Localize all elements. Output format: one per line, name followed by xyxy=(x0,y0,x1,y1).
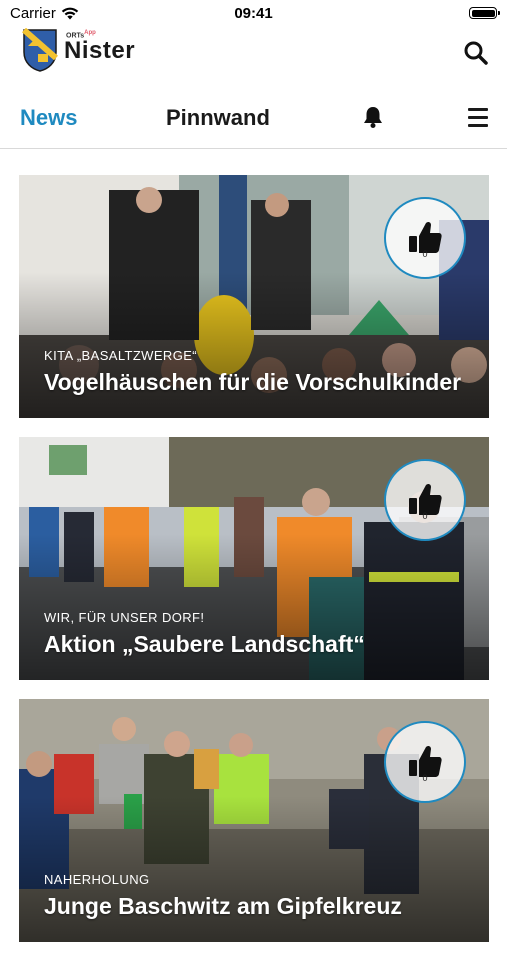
app-logo[interactable]: ORTsApp Nister xyxy=(22,28,135,72)
article-title: Aktion „Saubere Landschaft“ xyxy=(44,631,365,657)
photo-shade xyxy=(19,534,489,680)
tab-pinnwand[interactable]: Pinnwand xyxy=(166,105,270,131)
article-category: KITA „BASALTZWERGE“ xyxy=(44,348,198,363)
clock: 09:41 xyxy=(234,5,273,22)
like-button[interactable]: 0 xyxy=(384,721,466,803)
app-header: ORTsApp Nister xyxy=(0,28,507,76)
status-bar: Carrier 09:41 xyxy=(0,0,507,28)
news-card[interactable]: WIR, FÜR UNSER DORF! Aktion „Saubere Lan… xyxy=(19,437,489,680)
article-title: Vogelhäuschen für die Vorschulkinder xyxy=(44,369,462,395)
like-count: 0 xyxy=(422,249,428,259)
article-category: NAHERHOLUNG xyxy=(44,872,150,887)
news-card[interactable]: KITA „BASALTZWERGE“ Vogelhäuschen für di… xyxy=(19,175,489,418)
tab-bar: News Pinnwand xyxy=(0,96,507,149)
coat-of-arms-icon xyxy=(22,28,58,72)
like-count: 0 xyxy=(422,773,428,783)
article-category: WIR, FÜR UNSER DORF! xyxy=(44,610,205,625)
like-button[interactable]: 0 xyxy=(384,197,466,279)
news-card[interactable]: NAHERHOLUNG Junge Baschwitz am Gipfelkre… xyxy=(19,699,489,942)
search-icon[interactable] xyxy=(463,40,489,66)
bell-icon[interactable] xyxy=(360,104,386,130)
hamburger-menu-icon[interactable] xyxy=(468,108,490,127)
photo-shade xyxy=(19,272,489,418)
battery-icon xyxy=(469,7,500,19)
photo-shade xyxy=(19,796,489,942)
tab-news[interactable]: News xyxy=(20,105,77,131)
app-name: Nister xyxy=(64,37,136,64)
like-button[interactable]: 0 xyxy=(384,459,466,541)
article-title: Junge Baschwitz am Gipfelkreuz xyxy=(44,893,402,919)
news-feed: KITA „BASALTZWERGE“ Vogelhäuschen für di… xyxy=(19,175,489,961)
like-count: 0 xyxy=(422,511,428,521)
